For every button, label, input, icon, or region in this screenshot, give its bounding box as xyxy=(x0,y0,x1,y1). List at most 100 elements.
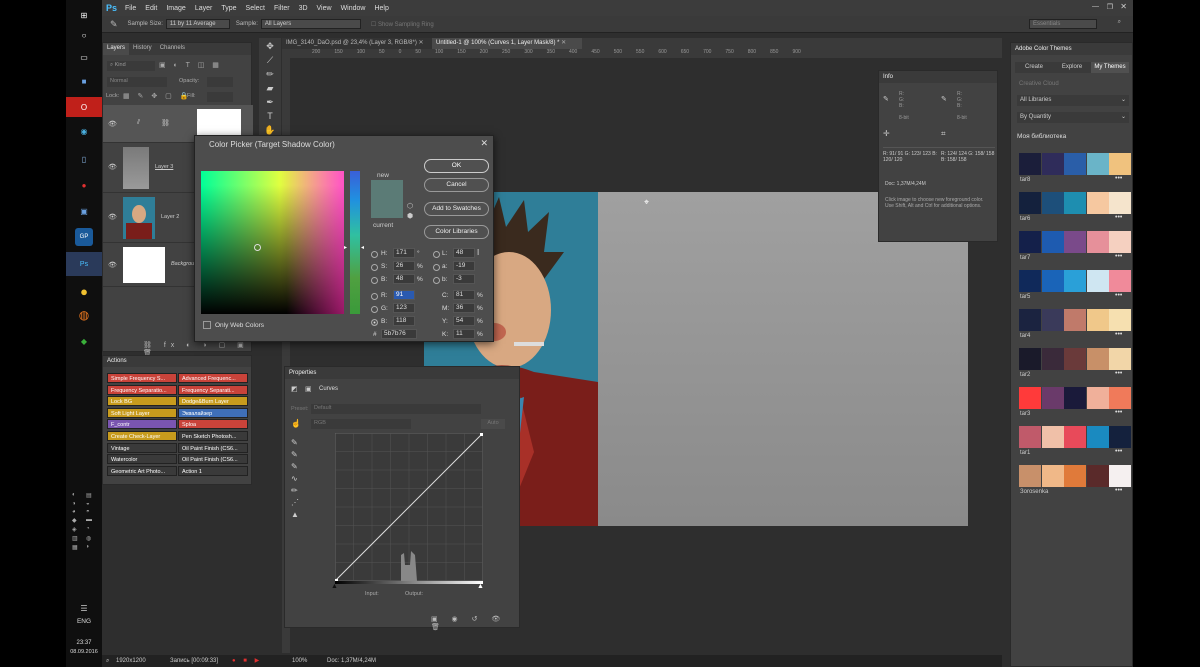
close-icon[interactable]: ✕ xyxy=(480,138,488,149)
saturation-radio[interactable] xyxy=(371,264,378,271)
action-button[interactable]: Action 1 xyxy=(178,465,248,476)
visibility-eye-icon[interactable]: 👁 xyxy=(108,163,117,171)
hex-field[interactable]: 5b7b76 xyxy=(381,329,417,339)
visibility-eye-icon[interactable]: 👁 xyxy=(108,261,117,269)
menu-file[interactable]: File xyxy=(125,5,136,12)
current-color-swatch[interactable] xyxy=(371,200,403,218)
close-window-button[interactable]: ✕ xyxy=(1120,2,1127,11)
theme-swatch[interactable] xyxy=(1064,309,1086,331)
show-sampling-ring-checkbox[interactable]: ☐ Show Sampling Ring xyxy=(371,21,434,28)
action-button[interactable]: Frequency Separati... xyxy=(178,384,248,395)
gp-icon[interactable]: GP xyxy=(75,228,93,246)
sample-select[interactable]: All Layers xyxy=(260,19,361,29)
theme-swatch[interactable] xyxy=(1086,231,1109,253)
fill-input[interactable] xyxy=(207,92,233,102)
brightness-radio[interactable] xyxy=(371,277,378,284)
minimize-button[interactable]: — xyxy=(1092,3,1099,10)
firefox-icon[interactable]: ◍ xyxy=(75,306,93,324)
canvas-gray-area[interactable] xyxy=(598,192,968,526)
action-button[interactable]: F_contr xyxy=(107,419,177,430)
theme-swatch[interactable] xyxy=(1109,309,1131,331)
lock-icons[interactable]: ▦ ✎ ✥ ▢ 🔒 xyxy=(123,92,191,100)
tab-layers[interactable]: Layers xyxy=(103,43,130,55)
menu-help[interactable]: Help xyxy=(374,5,388,12)
opacity-input[interactable] xyxy=(207,77,233,87)
tray-icon[interactable]: ◈ xyxy=(72,526,84,533)
theme-swatch[interactable] xyxy=(1019,387,1041,409)
menu-select[interactable]: Select xyxy=(246,5,265,12)
visibility-eye-icon[interactable]: 👁 xyxy=(108,213,117,221)
blue-radio-selected[interactable] xyxy=(371,319,378,326)
opera-icon[interactable]: O xyxy=(66,97,102,117)
theme-menu-icon[interactable]: ••• xyxy=(1115,214,1122,221)
tab-history[interactable]: History xyxy=(129,43,156,55)
theme-swatch[interactable] xyxy=(1041,309,1064,331)
eyedropper-black-icon[interactable]: ✎ xyxy=(291,437,301,449)
tab-explore[interactable]: Explore xyxy=(1053,62,1091,73)
tab-my-themes[interactable]: My Themes xyxy=(1091,62,1129,73)
theme-menu-icon[interactable]: ••• xyxy=(1115,487,1122,494)
pencil-tool-icon[interactable]: ✏ xyxy=(263,68,277,80)
b-channel-field[interactable]: -3 xyxy=(453,274,475,284)
theme-swatch[interactable] xyxy=(1109,348,1131,370)
action-button[interactable]: Advanced Frequenc... xyxy=(178,373,248,383)
theme-swatch[interactable] xyxy=(1109,387,1131,409)
curve-point-icon[interactable]: ∿ xyxy=(291,473,301,485)
tab-channels[interactable]: Channels xyxy=(156,43,189,55)
stack-icon[interactable]: ◆ xyxy=(75,332,93,350)
action-button[interactable]: Dodge&Burn Layer xyxy=(178,396,248,407)
add-to-swatches-button[interactable]: Add to Swatches xyxy=(424,202,489,216)
layer-name[interactable]: Backgrou xyxy=(171,261,194,267)
library-select[interactable]: All Libraries ⌄ xyxy=(1017,95,1129,106)
green-field[interactable]: 123 xyxy=(393,303,415,313)
theme-swatch[interactable] xyxy=(1109,153,1131,175)
layer-kind-filter[interactable]: ⌕ Kind xyxy=(107,61,155,71)
brush-tool-icon[interactable]: ⟋ xyxy=(263,54,277,66)
web-safe-cube-icon[interactable]: ⬢ xyxy=(407,212,413,220)
theme-swatch[interactable] xyxy=(1086,348,1109,370)
layer-name[interactable]: Layer 2 xyxy=(161,214,179,220)
theme-swatch[interactable] xyxy=(1086,465,1109,487)
theme-swatch[interactable] xyxy=(1019,153,1041,175)
yellow-circle-icon[interactable]: ● xyxy=(75,282,93,300)
visibility-eye-icon[interactable]: 👁 xyxy=(108,120,117,128)
only-web-colors-checkbox[interactable] xyxy=(203,321,211,329)
white-point-slider[interactable]: ▲ xyxy=(477,583,484,590)
tray-icon[interactable]: ▦ xyxy=(72,544,84,551)
tray-icon[interactable]: ◆ xyxy=(72,517,84,524)
theme-swatch[interactable] xyxy=(1064,270,1086,292)
tray-icon[interactable]: ◓ xyxy=(86,509,98,515)
close-tab-icon[interactable]: ✕ xyxy=(561,40,566,46)
pen-tool-icon[interactable]: ✒ xyxy=(263,96,277,108)
text-tool-icon[interactable]: T xyxy=(263,110,277,122)
clipping-warning-icon[interactable]: ▲ xyxy=(291,509,301,521)
move-tool-icon[interactable]: ✥ xyxy=(263,40,277,52)
black-field[interactable]: 11 xyxy=(453,329,475,339)
theme-swatch[interactable] xyxy=(1064,426,1086,448)
theme-swatch[interactable] xyxy=(1109,192,1131,214)
tray-icon[interactable]: ◐ xyxy=(72,492,84,499)
sample-size-select[interactable]: 11 by 11 Average xyxy=(165,19,230,29)
theme-swatch[interactable] xyxy=(1064,387,1086,409)
action-button[interactable]: Vintage xyxy=(107,442,177,453)
menu-edit[interactable]: Edit xyxy=(145,5,157,12)
maximize-button[interactable]: ❐ xyxy=(1107,3,1113,11)
action-button[interactable]: Frequency Separatio... xyxy=(107,384,177,395)
theme-swatch[interactable] xyxy=(1109,426,1131,448)
theme-swatch[interactable] xyxy=(1019,309,1041,331)
theme-swatch[interactable] xyxy=(1086,387,1109,409)
action-button[interactable]: Soft Light Layer xyxy=(107,407,177,418)
theme-swatch[interactable] xyxy=(1019,465,1041,487)
theme-swatch[interactable] xyxy=(1064,231,1086,253)
theme-menu-icon[interactable]: ••• xyxy=(1115,292,1122,299)
theme-swatch[interactable] xyxy=(1019,231,1041,253)
search-icon[interactable]: ○ xyxy=(75,26,93,44)
theme-swatch[interactable] xyxy=(1064,192,1086,214)
theme-menu-icon[interactable]: ••• xyxy=(1115,370,1122,377)
theme-swatch[interactable] xyxy=(1109,270,1131,292)
theme-swatch[interactable] xyxy=(1019,426,1041,448)
red-radio[interactable] xyxy=(371,293,378,300)
photoshop-icon[interactable]: Ps xyxy=(66,252,102,276)
hue-slider[interactable] xyxy=(350,171,360,314)
saturation-field[interactable]: 26 xyxy=(393,261,415,271)
